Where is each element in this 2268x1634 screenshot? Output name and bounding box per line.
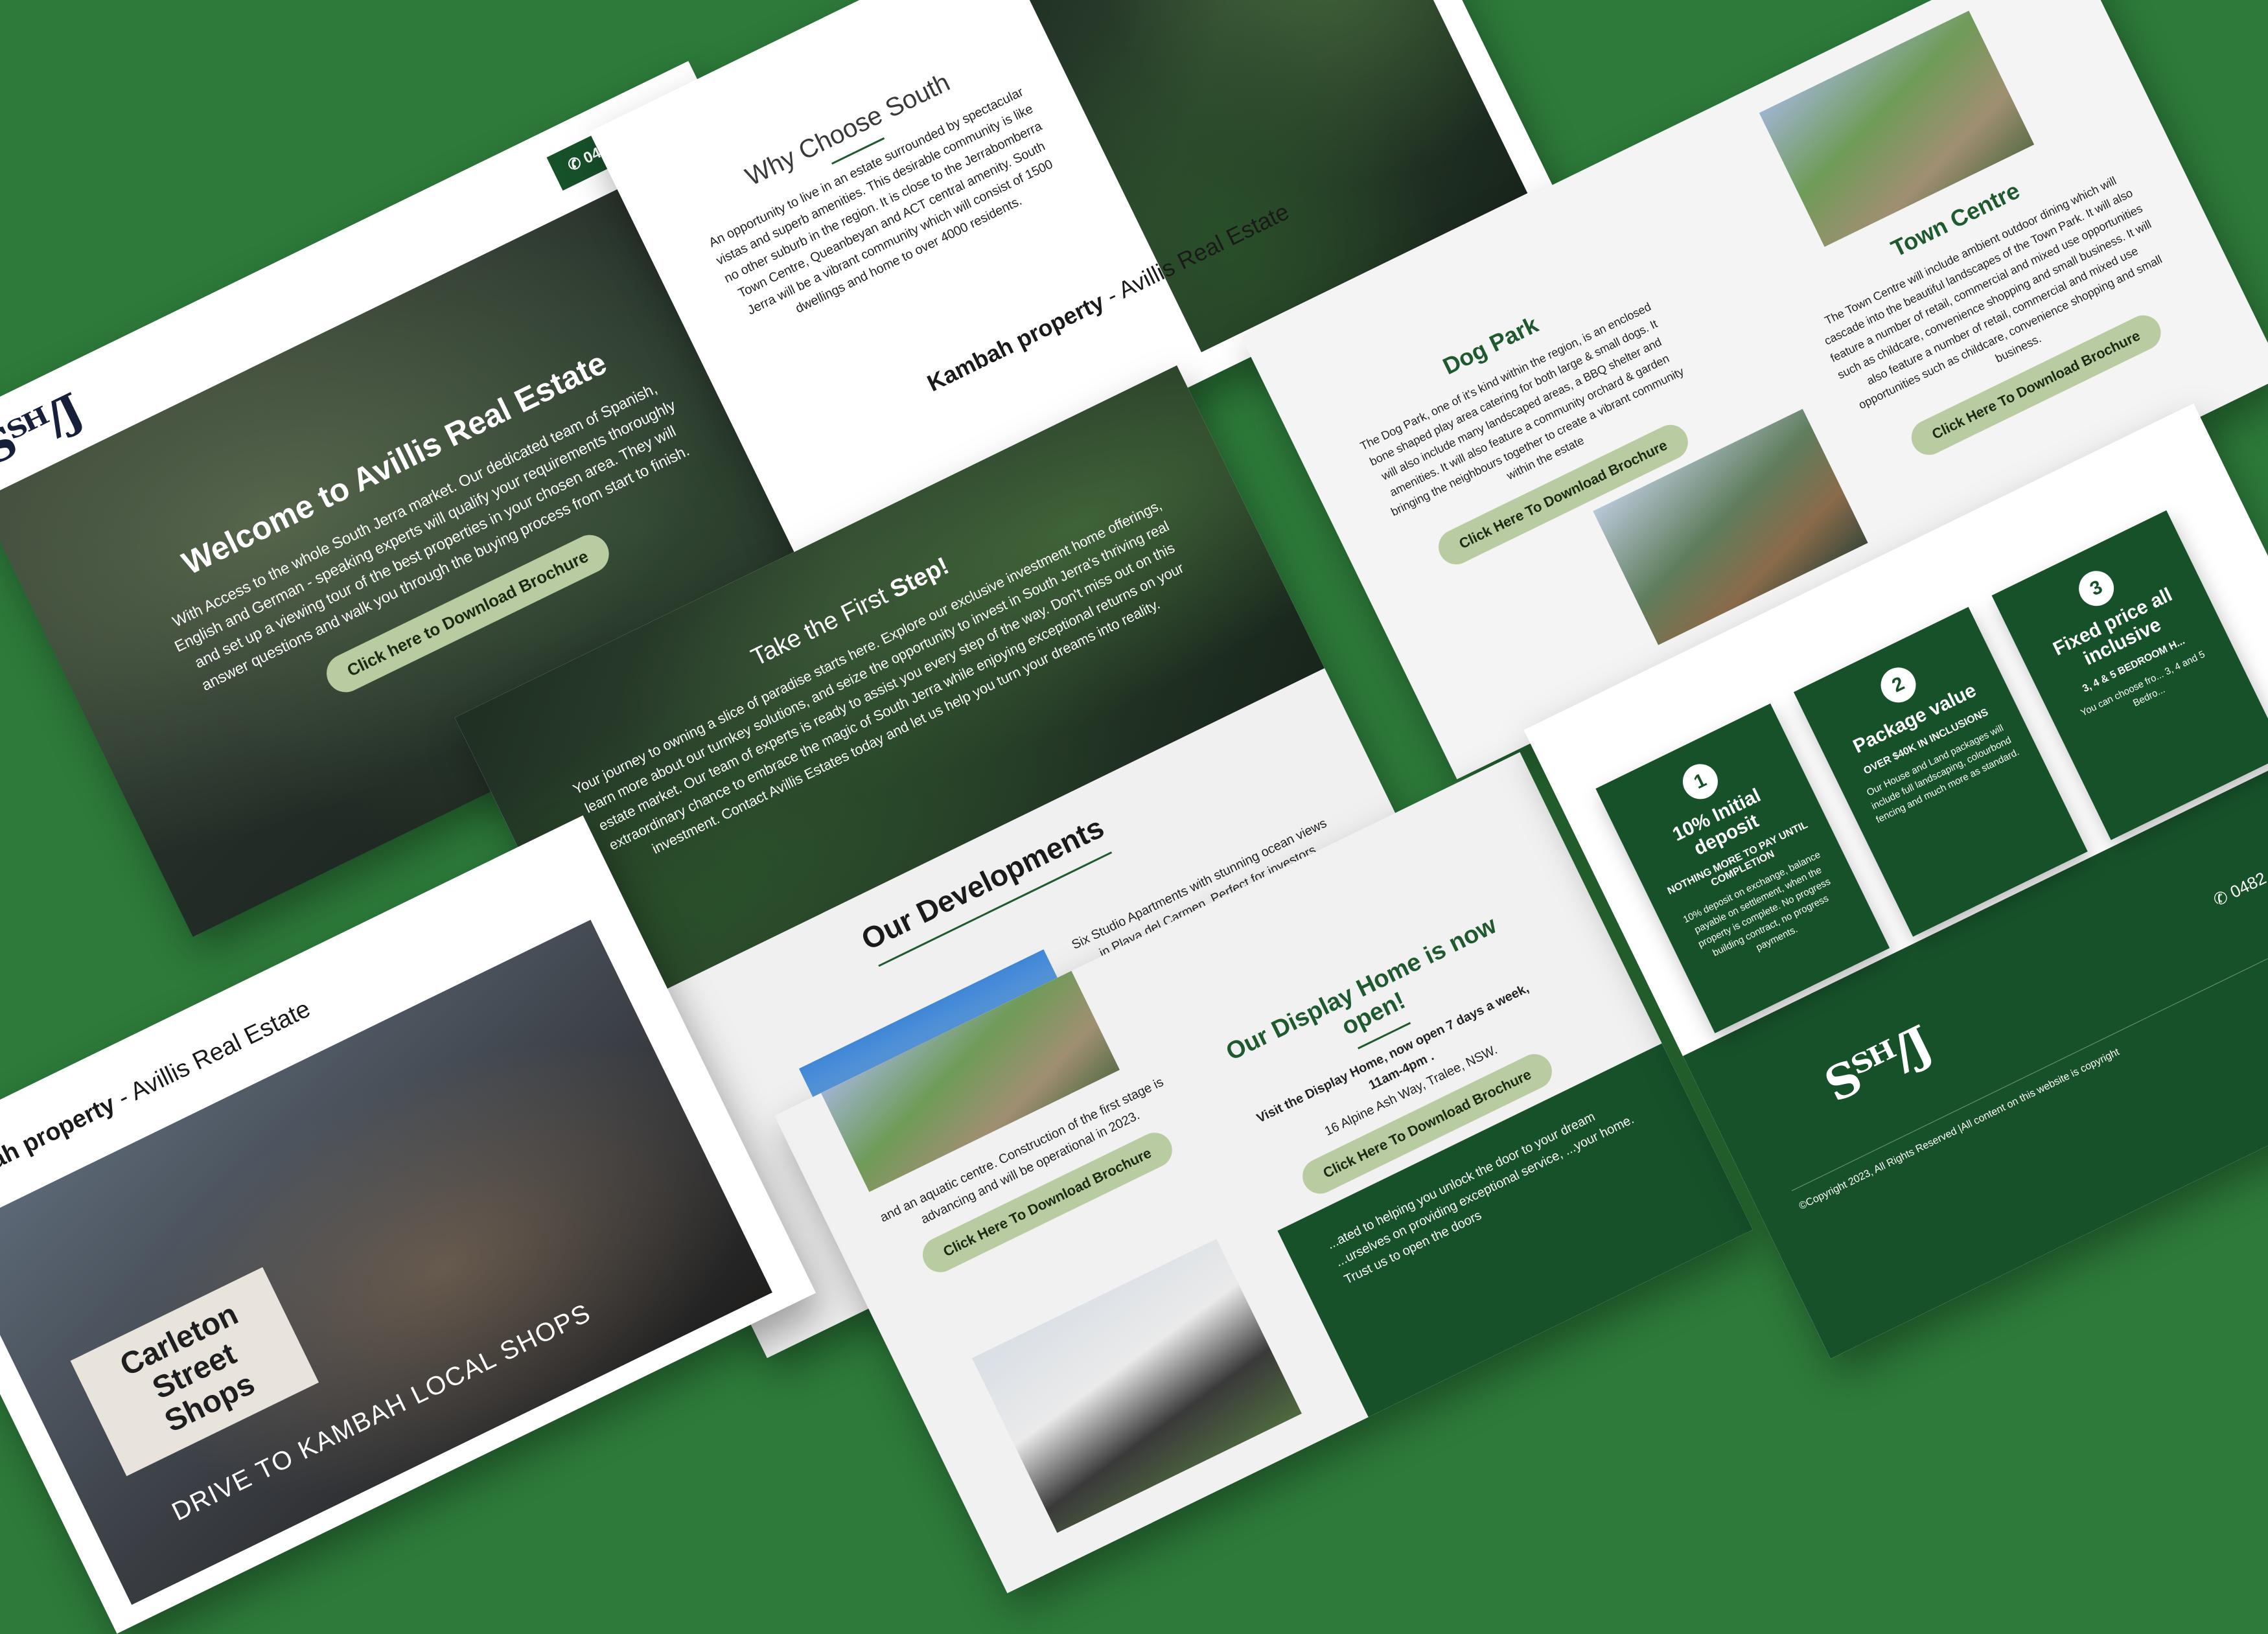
offer-card-2-number: 2: [1875, 662, 1922, 709]
footer-phone[interactable]: ✆ 0482 646 240: [2210, 839, 2268, 910]
offer-card-3-number: 3: [2073, 565, 2120, 612]
first-step-title-bold: Step!: [886, 552, 954, 604]
why-choose-section: Why Choose South An opportunity to live …: [678, 38, 1076, 343]
offer-card-1-number: 1: [1676, 758, 1724, 805]
display-home-photo: [971, 1239, 1302, 1533]
footer-logo[interactable]: Sᵀᴴ/J: [1816, 1015, 1938, 1112]
site-logo[interactable]: Sᵀᴴ/J: [0, 385, 89, 476]
kambah-shops-photo: Carleton Street Shops DRIVE TO KAMBAH LO…: [0, 919, 772, 1605]
kambah-heading-bold: Kambah property: [923, 288, 1109, 397]
offer-card-1-body: 10% deposit on exchange, balance payable…: [1681, 849, 1833, 959]
